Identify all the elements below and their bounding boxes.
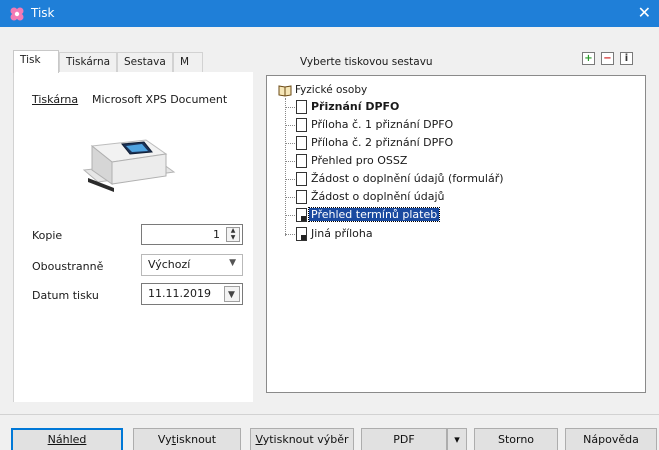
document-icon (296, 136, 307, 150)
tree-item-label: Žádost o doplnění údajů (formulář) (311, 172, 504, 185)
document-icon (296, 190, 307, 204)
flower-app-icon (10, 7, 24, 21)
help-label: Nápověda (583, 433, 639, 446)
open-book-icon (278, 85, 292, 97)
duplex-select[interactable]: Výchozí ▼ (141, 254, 243, 276)
locked-document-icon (296, 227, 307, 241)
tree-item-zadost[interactable]: Žádost o doplnění údajů (285, 189, 625, 205)
tree-item-jina-priloha[interactable]: Jiná příloha (285, 226, 625, 242)
info-icon[interactable]: i (620, 52, 633, 65)
printer-icon (82, 139, 176, 192)
add-icon[interactable]: + (582, 52, 595, 65)
print-label-prefix: Vy (157, 433, 172, 446)
chevron-down-icon: ▾ (454, 433, 460, 446)
tree-item-label: Přehled pro OSSZ (311, 154, 408, 167)
duplex-label: Oboustranně (32, 260, 104, 273)
tree-item-label: Žádost o doplnění údajů (311, 190, 445, 203)
tree-item-priloha-1[interactable]: Příloha č. 1 přiznání DPFO (285, 117, 625, 133)
date-dropdown-button[interactable]: ▼ (224, 286, 240, 302)
close-icon[interactable]: ✕ (638, 3, 651, 23)
spin-down-icon[interactable]: ▼ (227, 235, 239, 241)
copies-spinner[interactable]: ▲ ▼ (226, 227, 240, 242)
locked-document-icon (296, 208, 307, 222)
cancel-button[interactable]: Storno (474, 428, 558, 450)
tree-item-label: Přehled termínů plateb (307, 207, 441, 222)
document-icon (296, 118, 307, 132)
document-icon (296, 100, 307, 114)
tab-more[interactable]: M (173, 52, 203, 72)
tree-item-prehled-plateb[interactable]: Přehled termínů plateb (285, 207, 625, 223)
tree-item-ossz[interactable]: Přehled pro OSSZ (285, 153, 625, 169)
tab-strip: Tisk Tiskárna Sestava M (13, 50, 253, 73)
document-icon (296, 172, 307, 186)
chevron-down-icon: ▼ (228, 290, 235, 300)
document-icon (296, 154, 307, 168)
tab-tisk[interactable]: Tisk (13, 50, 59, 73)
date-picker[interactable]: 11.11.2019 ▼ (141, 283, 243, 305)
tree-item-priznani[interactable]: Přiznání DPFO (285, 99, 625, 115)
pdf-button[interactable]: PDF (361, 428, 447, 450)
help-button[interactable]: Nápověda (565, 428, 657, 450)
tree-root-label: Fyzické osoby (295, 84, 368, 96)
window-title: Tisk (31, 6, 55, 20)
tree-item-label: Příloha č. 1 přiznání DPFO (311, 118, 454, 131)
chevron-down-icon: ▼ (229, 258, 236, 268)
tree-item-label: Přiznání DPFO (311, 100, 400, 113)
pdf-dropdown-button[interactable]: ▾ (447, 428, 467, 450)
duplex-value: Výchozí (148, 258, 191, 271)
copies-input[interactable]: 1 ▲ ▼ (141, 224, 243, 245)
tab-sestava[interactable]: Sestava (117, 52, 173, 72)
print-label-suffix: isknout (175, 433, 217, 446)
print-selection-accel: V (255, 433, 263, 446)
printer-name: Microsoft XPS Document (92, 93, 228, 106)
tree-item-label: Jiná příloha (311, 227, 373, 240)
tree-item-label: Příloha č. 2 přiznání DPFO (311, 136, 454, 149)
print-selection-label: ytisknout výběr (262, 433, 349, 446)
report-panel-header: Vyberte tiskovou sestavu (300, 56, 433, 68)
separator (0, 414, 659, 415)
preview-button[interactable]: Náhled (11, 428, 123, 450)
print-selection-button[interactable]: Vytisknout výběr (250, 428, 354, 450)
tree-item-zadost-formular[interactable]: Žádost o doplnění údajů (formulář) (285, 171, 625, 187)
date-label: Datum tisku (32, 289, 99, 302)
tab-tiskarna[interactable]: Tiskárna (59, 52, 117, 72)
printer-label[interactable]: Tiskárna (32, 93, 78, 106)
pdf-label: PDF (393, 433, 415, 446)
copies-label: Kopie (32, 229, 63, 242)
print-button[interactable]: Vytisknout (133, 428, 241, 450)
preview-label: Náhled (47, 433, 87, 446)
cancel-label: Storno (497, 433, 535, 446)
copies-value: 1 (213, 228, 220, 241)
title-bar: Tisk ✕ (0, 0, 659, 27)
date-value: 11.11.2019 (148, 287, 211, 300)
remove-icon[interactable]: − (601, 52, 614, 65)
tree-item-priloha-2[interactable]: Příloha č. 2 přiznání DPFO (285, 135, 625, 151)
